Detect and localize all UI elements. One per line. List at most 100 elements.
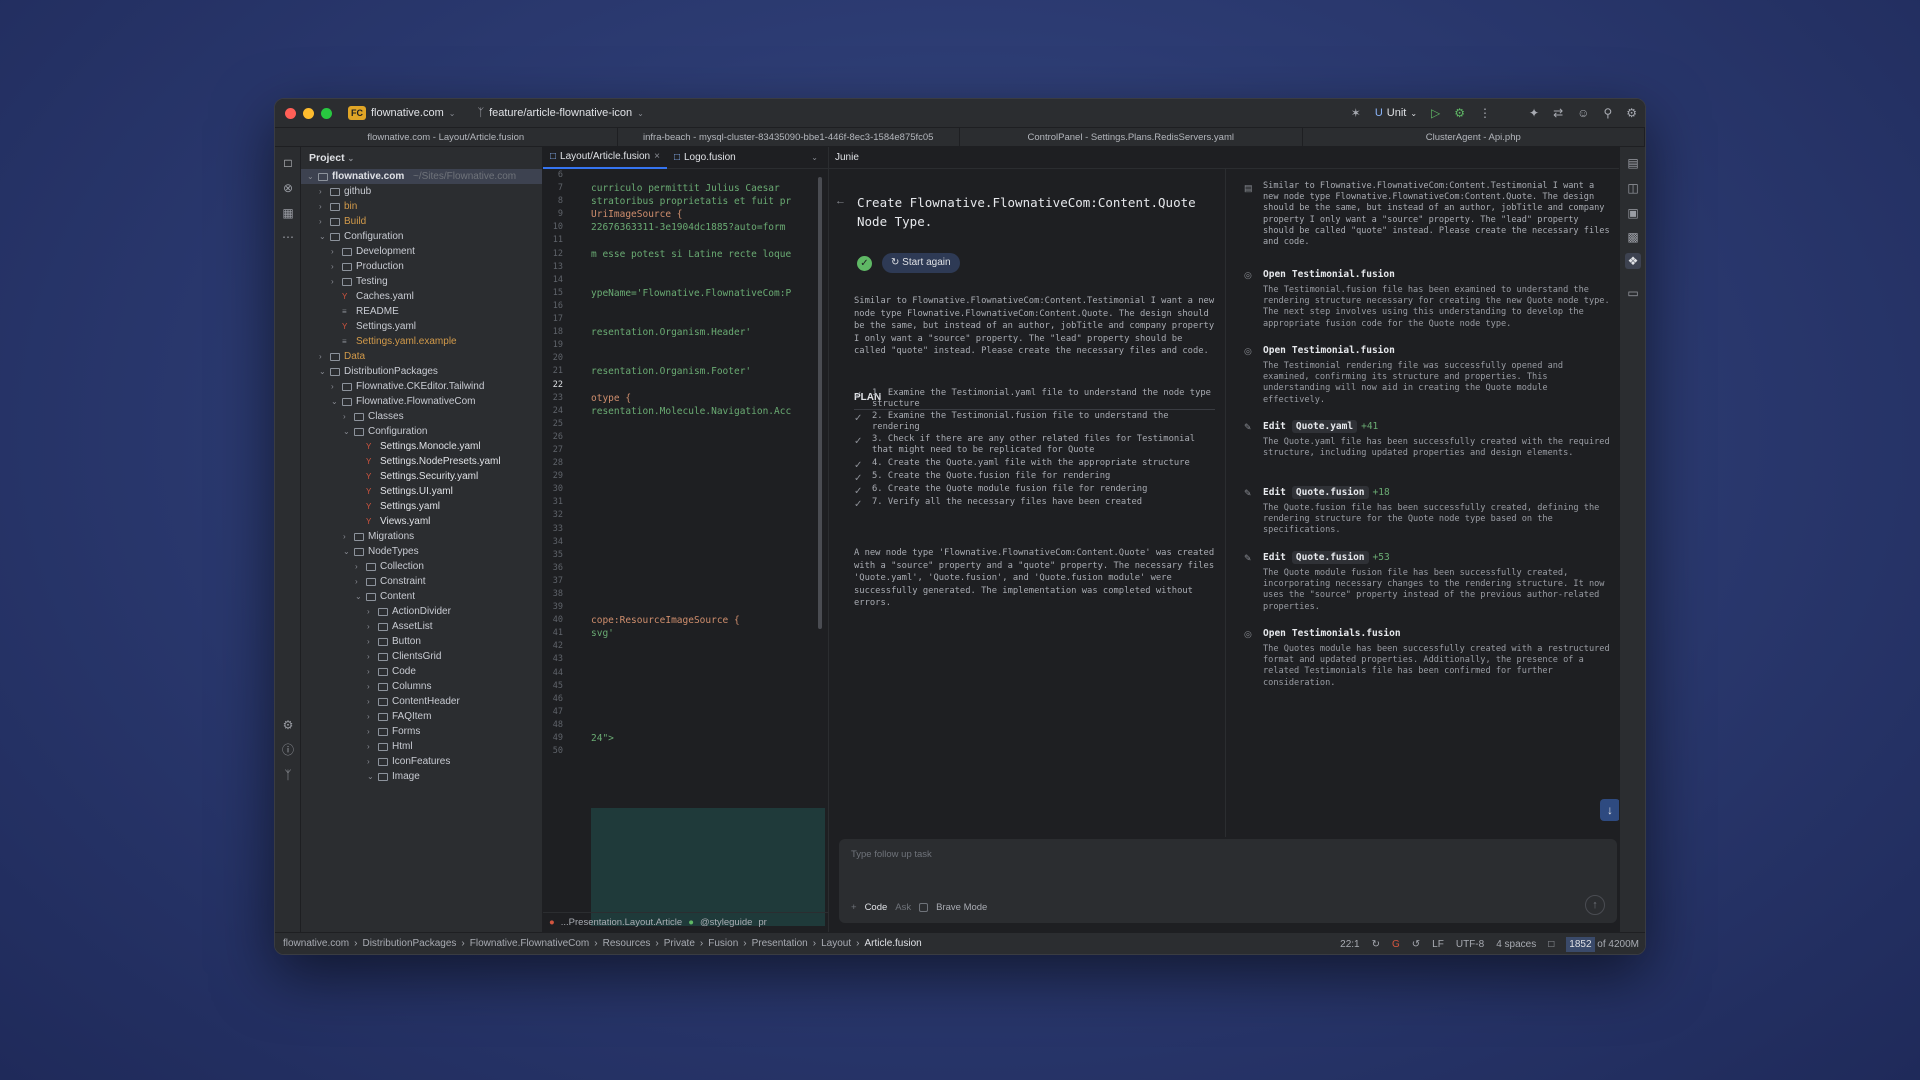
- sync-icon[interactable]: ↺: [1412, 939, 1420, 950]
- tree-item[interactable]: › Html: [301, 739, 542, 754]
- close-window-button[interactable]: [285, 107, 296, 119]
- tree-item[interactable]: › Flownative.CKEditor.Tailwind: [301, 379, 542, 394]
- maximize-window-button[interactable]: [321, 107, 332, 119]
- project-tab[interactable]: ClusterAgent - Api.php: [1303, 128, 1645, 146]
- tree-item[interactable]: ⌄ Image: [301, 769, 542, 784]
- tree-item[interactable]: › IconFeatures: [301, 754, 542, 769]
- tree-item[interactable]: Y Settings.NodePresets.yaml: [301, 454, 542, 469]
- more-tools-icon[interactable]: ⋯: [280, 229, 296, 245]
- vcs-icon[interactable]: ↻: [1372, 939, 1380, 950]
- chevron-right-icon[interactable]: ›: [319, 199, 327, 214]
- log-entry-title[interactable]: Edit Quote.fusion +18: [1263, 486, 1390, 499]
- follow-up-input[interactable]: Type follow up task + Code Ask Brave Mod…: [839, 839, 1617, 923]
- tree-item[interactable]: › ActionDivider: [301, 604, 542, 619]
- breadcrumb-item[interactable]: Resources: [603, 938, 651, 949]
- caret-position[interactable]: 22:1: [1340, 939, 1359, 950]
- editor-tab-logo[interactable]: □ Logo.fusion: [667, 147, 743, 169]
- tree-item[interactable]: Y Settings.yaml: [301, 499, 542, 514]
- database-icon[interactable]: ◫: [1625, 180, 1641, 196]
- breadcrumb-item[interactable]: Presentation: [752, 938, 808, 949]
- chevron-down-icon[interactable]: ⌄: [331, 394, 339, 409]
- tree-item[interactable]: Y Settings.Monocle.yaml: [301, 439, 542, 454]
- mode-code[interactable]: Code: [865, 902, 888, 913]
- junie-icon[interactable]: ❖: [1625, 253, 1641, 269]
- add-icon[interactable]: +: [851, 902, 857, 913]
- project-selector[interactable]: FC flownative.com ⌄: [348, 106, 455, 120]
- mode-ask[interactable]: Ask: [895, 902, 911, 913]
- brave-mode-checkbox[interactable]: [919, 903, 929, 912]
- breadcrumb-item[interactable]: Fusion: [708, 938, 738, 949]
- chevron-right-icon[interactable]: ›: [319, 214, 327, 229]
- tree-item[interactable]: › github: [301, 184, 542, 199]
- lock-icon[interactable]: □: [1548, 939, 1554, 950]
- tree-item[interactable]: › Production: [301, 259, 542, 274]
- tree-item[interactable]: › FAQItem: [301, 709, 542, 724]
- chevron-down-icon[interactable]: ⌄: [319, 364, 327, 379]
- chevron-right-icon[interactable]: ›: [367, 619, 375, 634]
- tree-item[interactable]: › Code: [301, 664, 542, 679]
- ai-chat-icon[interactable]: ▣: [1625, 205, 1641, 221]
- tree-item[interactable]: › Button: [301, 634, 542, 649]
- log-entry-title[interactable]: Edit Quote.fusion +53: [1263, 551, 1390, 564]
- chevron-right-icon[interactable]: ›: [331, 244, 339, 259]
- chevron-right-icon[interactable]: ›: [367, 679, 375, 694]
- tree-item[interactable]: ⌄ NodeTypes: [301, 544, 542, 559]
- chevron-right-icon[interactable]: ›: [319, 349, 327, 364]
- chevron-right-icon[interactable]: ›: [319, 184, 327, 199]
- chevron-down-icon[interactable]: ⌄: [355, 589, 363, 604]
- tree-item[interactable]: › Classes: [301, 409, 542, 424]
- breadcrumb-item[interactable]: Layout: [821, 938, 851, 949]
- commit-icon[interactable]: ⊗: [280, 180, 296, 196]
- editor-tab-article[interactable]: □ Layout/Article.fusion ×: [543, 147, 667, 169]
- tree-item[interactable]: ≡ Settings.yaml.example: [301, 334, 542, 349]
- translate-icon[interactable]: ⇄: [1553, 106, 1563, 120]
- send-button[interactable]: ↑: [1585, 895, 1605, 915]
- structure-icon[interactable]: ▦: [280, 205, 296, 221]
- editor-crumb[interactable]: pr: [758, 917, 766, 928]
- run-config-selector[interactable]: U Unit ⌄: [1375, 107, 1417, 119]
- log-entry-title[interactable]: Open Testimonial.fusion: [1263, 345, 1395, 356]
- tree-item[interactable]: Y Views.yaml: [301, 514, 542, 529]
- chevron-right-icon[interactable]: ›: [367, 664, 375, 679]
- project-tab[interactable]: infra-beach - mysql-cluster-83435090-bbe…: [618, 128, 960, 146]
- log-entry-title[interactable]: Open Testimonial.fusion: [1263, 269, 1395, 280]
- tree-item[interactable]: › Data: [301, 349, 542, 364]
- chevron-right-icon[interactable]: ›: [367, 649, 375, 664]
- tree-item[interactable]: Y Settings.Security.yaml: [301, 469, 542, 484]
- debug-icon[interactable]: ⚙: [1454, 106, 1465, 120]
- terminal-icon[interactable]: ▩: [1625, 229, 1641, 245]
- chevron-down-icon[interactable]: ⌄: [343, 544, 351, 559]
- chevron-right-icon[interactable]: ›: [367, 739, 375, 754]
- encoding[interactable]: UTF-8: [1456, 939, 1484, 950]
- tree-item[interactable]: › ContentHeader: [301, 694, 542, 709]
- tree-item[interactable]: › bin: [301, 199, 542, 214]
- chevron-right-icon[interactable]: ›: [343, 409, 351, 424]
- scroll-down-button[interactable]: ↓: [1600, 799, 1620, 821]
- chevron-down-icon[interactable]: ⌄: [811, 153, 818, 162]
- chevron-right-icon[interactable]: ›: [367, 634, 375, 649]
- log-entry-title[interactable]: Open Testimonials.fusion: [1263, 628, 1401, 639]
- ai-assistant-icon[interactable]: ✦: [1529, 106, 1539, 120]
- services-icon[interactable]: ⚙: [280, 717, 296, 733]
- chevron-right-icon[interactable]: ›: [331, 274, 339, 289]
- tree-item[interactable]: › Columns: [301, 679, 542, 694]
- memory-indicator[interactable]: 1852 of 4200M: [1566, 936, 1639, 952]
- add-user-icon[interactable]: ☺: [1577, 106, 1589, 120]
- settings-icon[interactable]: ⚙: [1626, 106, 1637, 120]
- editor-scrollbar[interactable]: [818, 177, 822, 629]
- chevron-right-icon[interactable]: ›: [367, 694, 375, 709]
- chevron-right-icon[interactable]: ›: [331, 259, 339, 274]
- tree-item[interactable]: › Forms: [301, 724, 542, 739]
- tree-item[interactable]: Y Caches.yaml: [301, 289, 542, 304]
- tree-item[interactable]: ⌄ Configuration: [301, 229, 542, 244]
- breadcrumb-item[interactable]: Flownative.FlownativeCom: [470, 938, 590, 949]
- chevron-right-icon[interactable]: ›: [367, 604, 375, 619]
- tree-item[interactable]: Y Settings.yaml: [301, 319, 542, 334]
- google-icon[interactable]: G: [1392, 939, 1400, 950]
- tree-item[interactable]: ⌄ DistributionPackages: [301, 364, 542, 379]
- project-tab[interactable]: ControlPanel - Settings.Plans.RedisServe…: [960, 128, 1303, 146]
- git-icon[interactable]: ᛉ: [280, 767, 296, 783]
- chevron-right-icon[interactable]: ›: [367, 754, 375, 769]
- project-panel-header[interactable]: Project ⌄: [301, 147, 542, 169]
- log-entry-title[interactable]: Edit Quote.yaml +41: [1263, 420, 1378, 433]
